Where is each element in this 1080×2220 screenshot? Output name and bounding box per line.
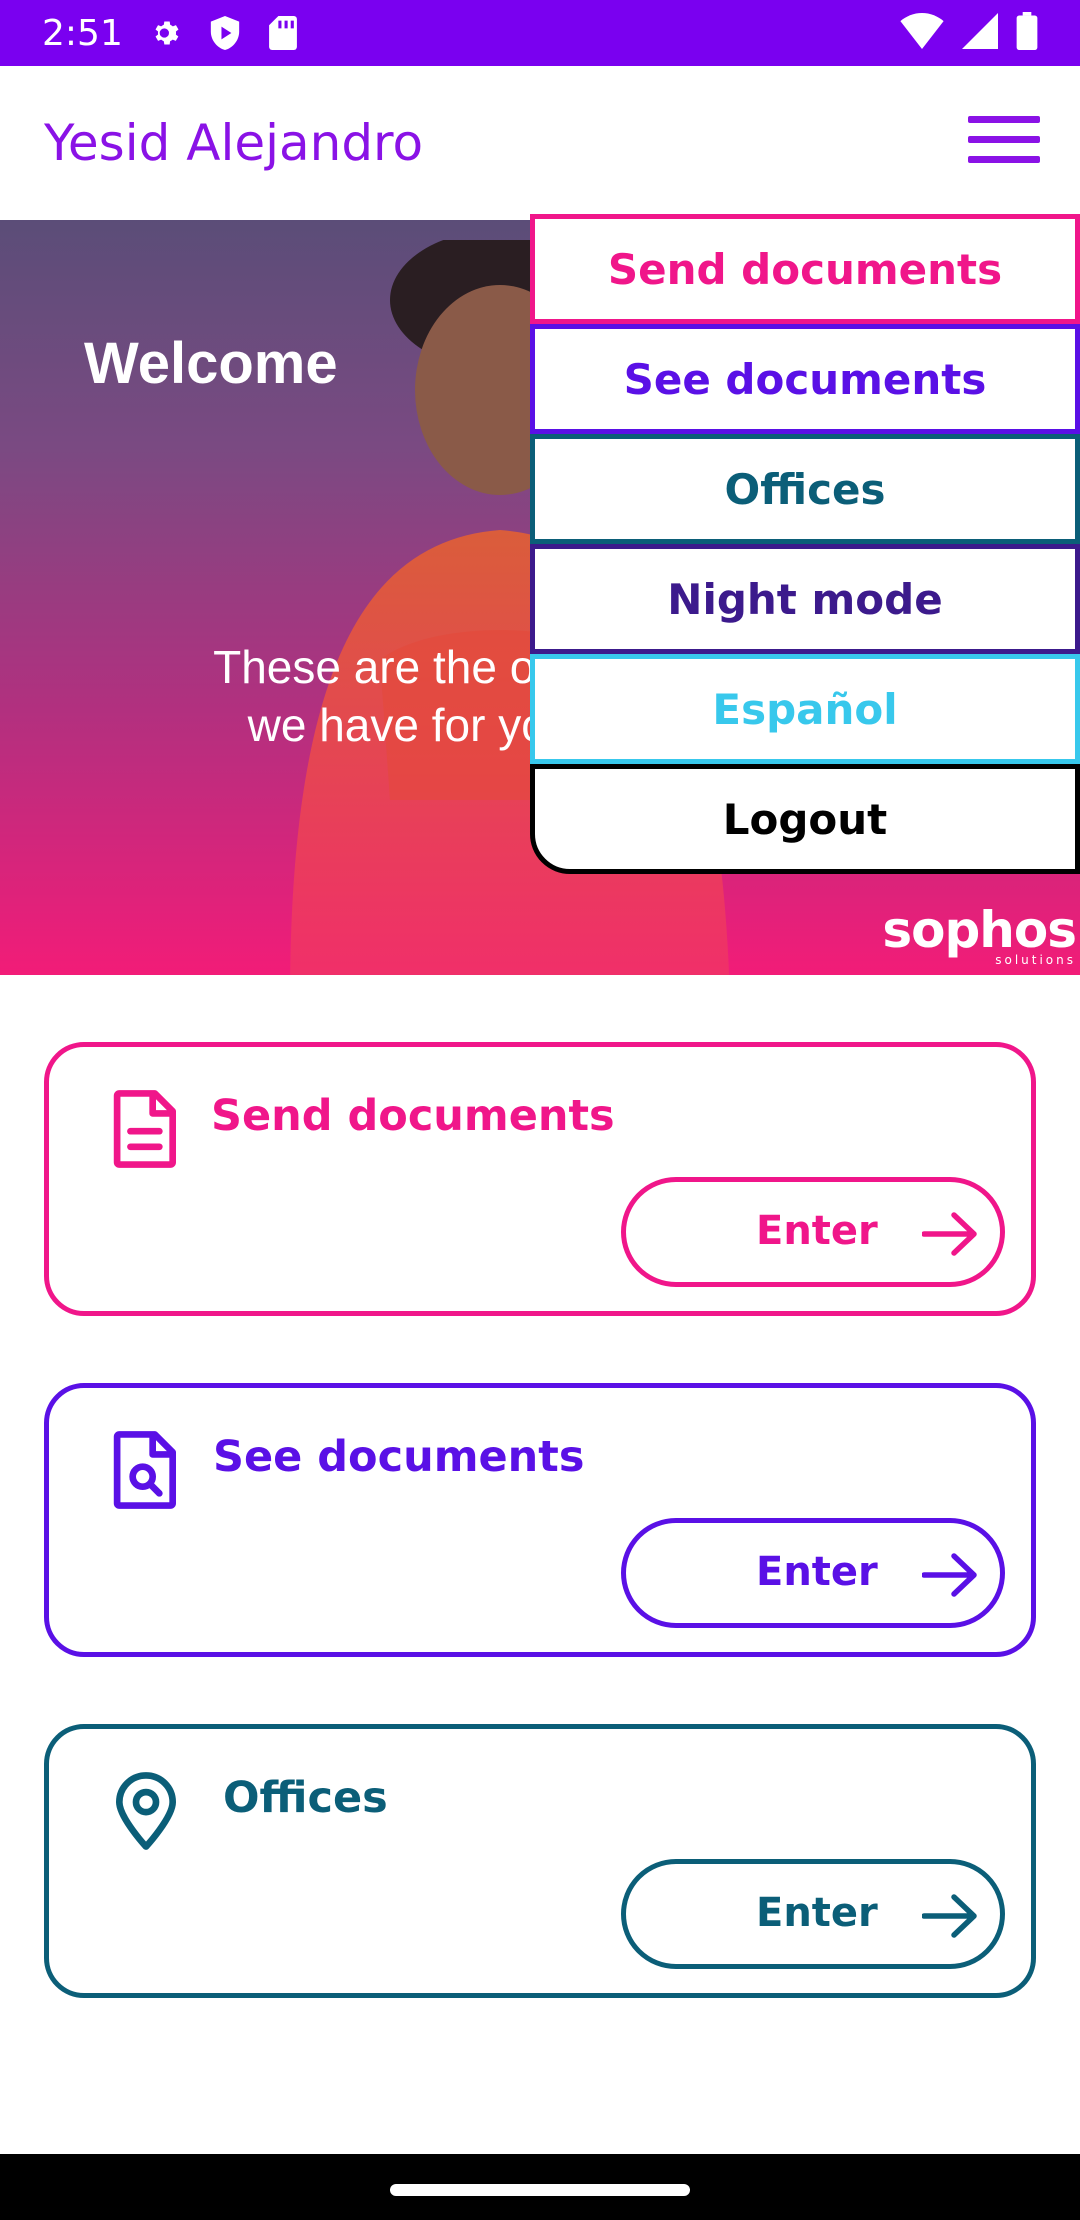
menu-item-send-documents[interactable]: Send documents — [530, 214, 1080, 324]
arrow-right-icon — [922, 1212, 977, 1256]
sophos-logo: sophos solutions — [882, 901, 1077, 967]
enter-button[interactable]: Enter — [621, 1518, 1005, 1628]
status-time: 2:51 — [42, 12, 123, 54]
shield-play-icon — [207, 15, 243, 51]
card-title: See documents — [213, 1432, 585, 1482]
system-navigation-bar — [0, 2154, 1080, 2220]
enter-button[interactable]: Enter — [621, 1177, 1005, 1287]
document-icon — [113, 1090, 177, 1168]
wifi-icon — [900, 12, 944, 54]
card-see-documents: See documents Enter — [44, 1383, 1036, 1657]
overflow-menu: Send documents See documents Offices Nig… — [530, 214, 1080, 874]
enter-button-label: Enter — [756, 1890, 878, 1936]
card-title: Send documents — [211, 1091, 615, 1141]
sd-card-icon — [265, 15, 301, 51]
menu-item-espanol[interactable]: Español — [530, 654, 1080, 764]
menu-item-see-documents[interactable]: See documents — [530, 324, 1080, 434]
home-gesture-handle[interactable] — [390, 2184, 690, 2196]
menu-item-logout[interactable]: Logout — [530, 764, 1080, 874]
arrow-right-icon — [922, 1894, 977, 1938]
card-offices: Offices Enter — [44, 1724, 1036, 1998]
enter-button[interactable]: Enter — [621, 1859, 1005, 1969]
enter-button-label: Enter — [756, 1208, 878, 1254]
hamburger-menu-icon[interactable] — [968, 116, 1040, 170]
arrow-right-icon — [922, 1553, 977, 1597]
app-title: Yesid Alejandro — [44, 114, 424, 172]
status-bar: 2:51 — [0, 0, 1080, 66]
gear-icon — [149, 15, 185, 51]
card-send-documents: Send documents Enter — [44, 1042, 1036, 1316]
signal-icon — [962, 12, 998, 54]
enter-button-label: Enter — [756, 1549, 878, 1595]
location-pin-icon — [116, 1772, 177, 1850]
document-search-icon — [113, 1431, 177, 1509]
card-title: Offices — [223, 1773, 388, 1823]
app-bar: Yesid Alejandro — [0, 66, 1080, 220]
battery-icon — [1016, 11, 1038, 55]
menu-item-night-mode[interactable]: Night mode — [530, 544, 1080, 654]
menu-item-offices[interactable]: Offices — [530, 434, 1080, 544]
welcome-heading: Welcome — [84, 331, 338, 396]
